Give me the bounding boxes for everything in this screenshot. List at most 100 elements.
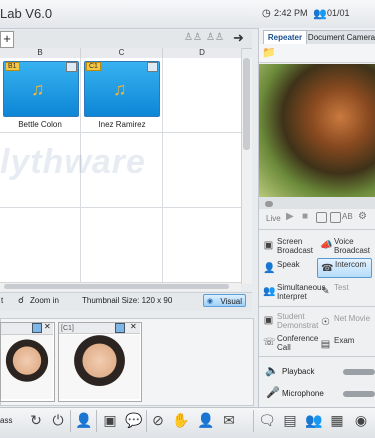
close-icon[interactable]: ✕: [130, 322, 137, 331]
settings-icon[interactable]: ⚙: [358, 211, 367, 222]
student-name: Inez Ramirez: [98, 120, 146, 129]
conference-icon: ☏: [263, 337, 276, 348]
live-label: Live: [266, 214, 281, 223]
chat-icon[interactable]: 🗨: [258, 411, 276, 429]
column-header-b: B: [0, 48, 81, 58]
toolbar-separator: [96, 410, 97, 432]
video-preview: [259, 64, 375, 197]
clock-time: 2:42 PM: [274, 8, 308, 18]
screen-broadcast-button[interactable]: ▣ Screen Broadcast: [260, 236, 315, 256]
divider: [259, 356, 375, 357]
video-progress-bar[interactable]: [259, 197, 375, 209]
photo-expand-icon[interactable]: [32, 323, 42, 333]
voice-broadcast-button[interactable]: 📣 Voice Broadcast: [317, 236, 372, 256]
user-count: 01/01: [327, 8, 350, 18]
speak-icon: 👤: [263, 263, 276, 274]
exam-button[interactable]: ▤ Exam: [317, 335, 372, 355]
grid-cell[interactable]: [163, 133, 242, 208]
thumbnail-size-label: Thumbnail Size: 120 x 90: [82, 296, 173, 305]
user-group-alt-icon[interactable]: ♙♙: [206, 32, 224, 43]
interpret-icon: 👥: [263, 286, 276, 297]
user-icon[interactable]: 👤: [75, 411, 93, 429]
app-title: Lab V6.0: [0, 6, 53, 21]
stop-icon[interactable]: ■: [302, 211, 308, 222]
divider: [259, 229, 375, 230]
photo-card-header: [C1]: [59, 323, 140, 334]
intercom-icon: ☎: [321, 263, 334, 274]
test-button[interactable]: ✎ Test: [317, 282, 372, 302]
grid-cell[interactable]: [0, 208, 81, 283]
microphone-icon: 🎤: [266, 387, 280, 399]
video-progress-thumb[interactable]: [265, 201, 273, 207]
notification-icon[interactable]: ▤: [281, 411, 299, 429]
grid-cell[interactable]: [163, 208, 242, 283]
divider: [259, 306, 375, 307]
arrow-right-icon[interactable]: ➜: [233, 30, 244, 46]
net-movie-button[interactable]: ☉ Net Movie: [317, 313, 372, 333]
column-header-d: D: [163, 48, 242, 58]
vertical-scroll-thumb[interactable]: [243, 58, 250, 150]
exam-icon: ▤: [320, 339, 331, 350]
users-icon: 👥: [313, 8, 327, 20]
grid-cell[interactable]: [81, 208, 163, 283]
intercom-button[interactable]: ☎ Intercom: [317, 258, 372, 278]
play-icon[interactable]: ▶: [286, 211, 294, 222]
net-movie-icon: ☉: [321, 317, 330, 328]
voice-broadcast-icon: 📣: [320, 240, 333, 251]
playback-label: Playback: [282, 367, 315, 376]
column-header-c: C: [81, 48, 163, 58]
conference-call-button[interactable]: ☏ Conference Call: [260, 333, 318, 353]
headphones-icon: ♫: [113, 79, 127, 99]
speak-button[interactable]: 👤 Speak: [260, 259, 315, 279]
toolbar-separator: [253, 410, 254, 432]
zoom-in-label[interactable]: Zoom in: [30, 296, 59, 305]
mail-icon[interactable]: ✉: [220, 411, 238, 429]
zoom-icon[interactable]: ☌: [18, 295, 24, 306]
tile-tag: B1: [5, 62, 20, 71]
add-tile-button[interactable]: +: [0, 31, 14, 48]
toolbar-separator: [70, 410, 71, 432]
student-photo: [59, 335, 140, 399]
photo-expand-icon[interactable]: [115, 323, 125, 333]
horizontal-scroll-thumb[interactable]: [4, 284, 229, 289]
speaker-icon: 🔈: [265, 365, 279, 377]
monitor-icon[interactable]: ▣: [101, 411, 119, 429]
mode-a-icon[interactable]: [330, 212, 341, 223]
visual-icon: ◉: [207, 298, 214, 305]
microphone-volume-slider[interactable]: [343, 391, 375, 397]
expand-icon[interactable]: [66, 62, 77, 72]
microphone-label: Microphone: [282, 389, 324, 398]
clock-icon: ◷: [262, 8, 271, 19]
folder-icon[interactable]: 📁: [262, 46, 276, 59]
expand-icon[interactable]: [147, 62, 158, 72]
playback-volume-slider[interactable]: [343, 369, 375, 375]
tab-repeater[interactable]: Repeater: [263, 30, 307, 45]
mode-icon[interactable]: [316, 212, 327, 223]
student-demonstrate-button[interactable]: ▣ Student Demonstrat: [260, 311, 319, 331]
hide-icon[interactable]: ◉: [352, 411, 370, 429]
block-monitor-icon[interactable]: ⊘: [149, 411, 167, 429]
refresh-icon[interactable]: ↻: [27, 411, 45, 429]
user-lock-icon[interactable]: 👤: [197, 411, 215, 429]
group-icon[interactable]: 👥: [305, 411, 323, 429]
close-icon[interactable]: ✕: [44, 322, 51, 331]
headphones-icon: ♫: [31, 79, 45, 99]
message-icon[interactable]: 💬: [125, 411, 143, 429]
test-icon: ✎: [321, 286, 330, 297]
grid-cell[interactable]: [163, 58, 242, 133]
toolbar-separator: [146, 410, 147, 432]
tile-tag: C1: [86, 62, 101, 71]
video-toolbar: [259, 44, 375, 63]
watermark: lythware: [0, 143, 146, 181]
user-group-icon[interactable]: ♙♙: [184, 32, 202, 43]
simultaneous-interpret-button[interactable]: 👥 Simultaneous Interpret: [260, 282, 325, 304]
grid-icon[interactable]: ▦: [328, 411, 346, 429]
hand-icon[interactable]: ✋: [172, 411, 190, 429]
ab-icon[interactable]: AB: [342, 212, 353, 221]
power-icon[interactable]: ⏻: [49, 411, 67, 429]
bottom-left-text: ass: [0, 416, 13, 425]
screen-broadcast-icon: ▣: [263, 240, 274, 251]
tab-document-camera[interactable]: Document Camera: [306, 30, 375, 45]
status-left-text: t: [1, 296, 4, 305]
student-name: Bettle Colon: [18, 120, 62, 129]
